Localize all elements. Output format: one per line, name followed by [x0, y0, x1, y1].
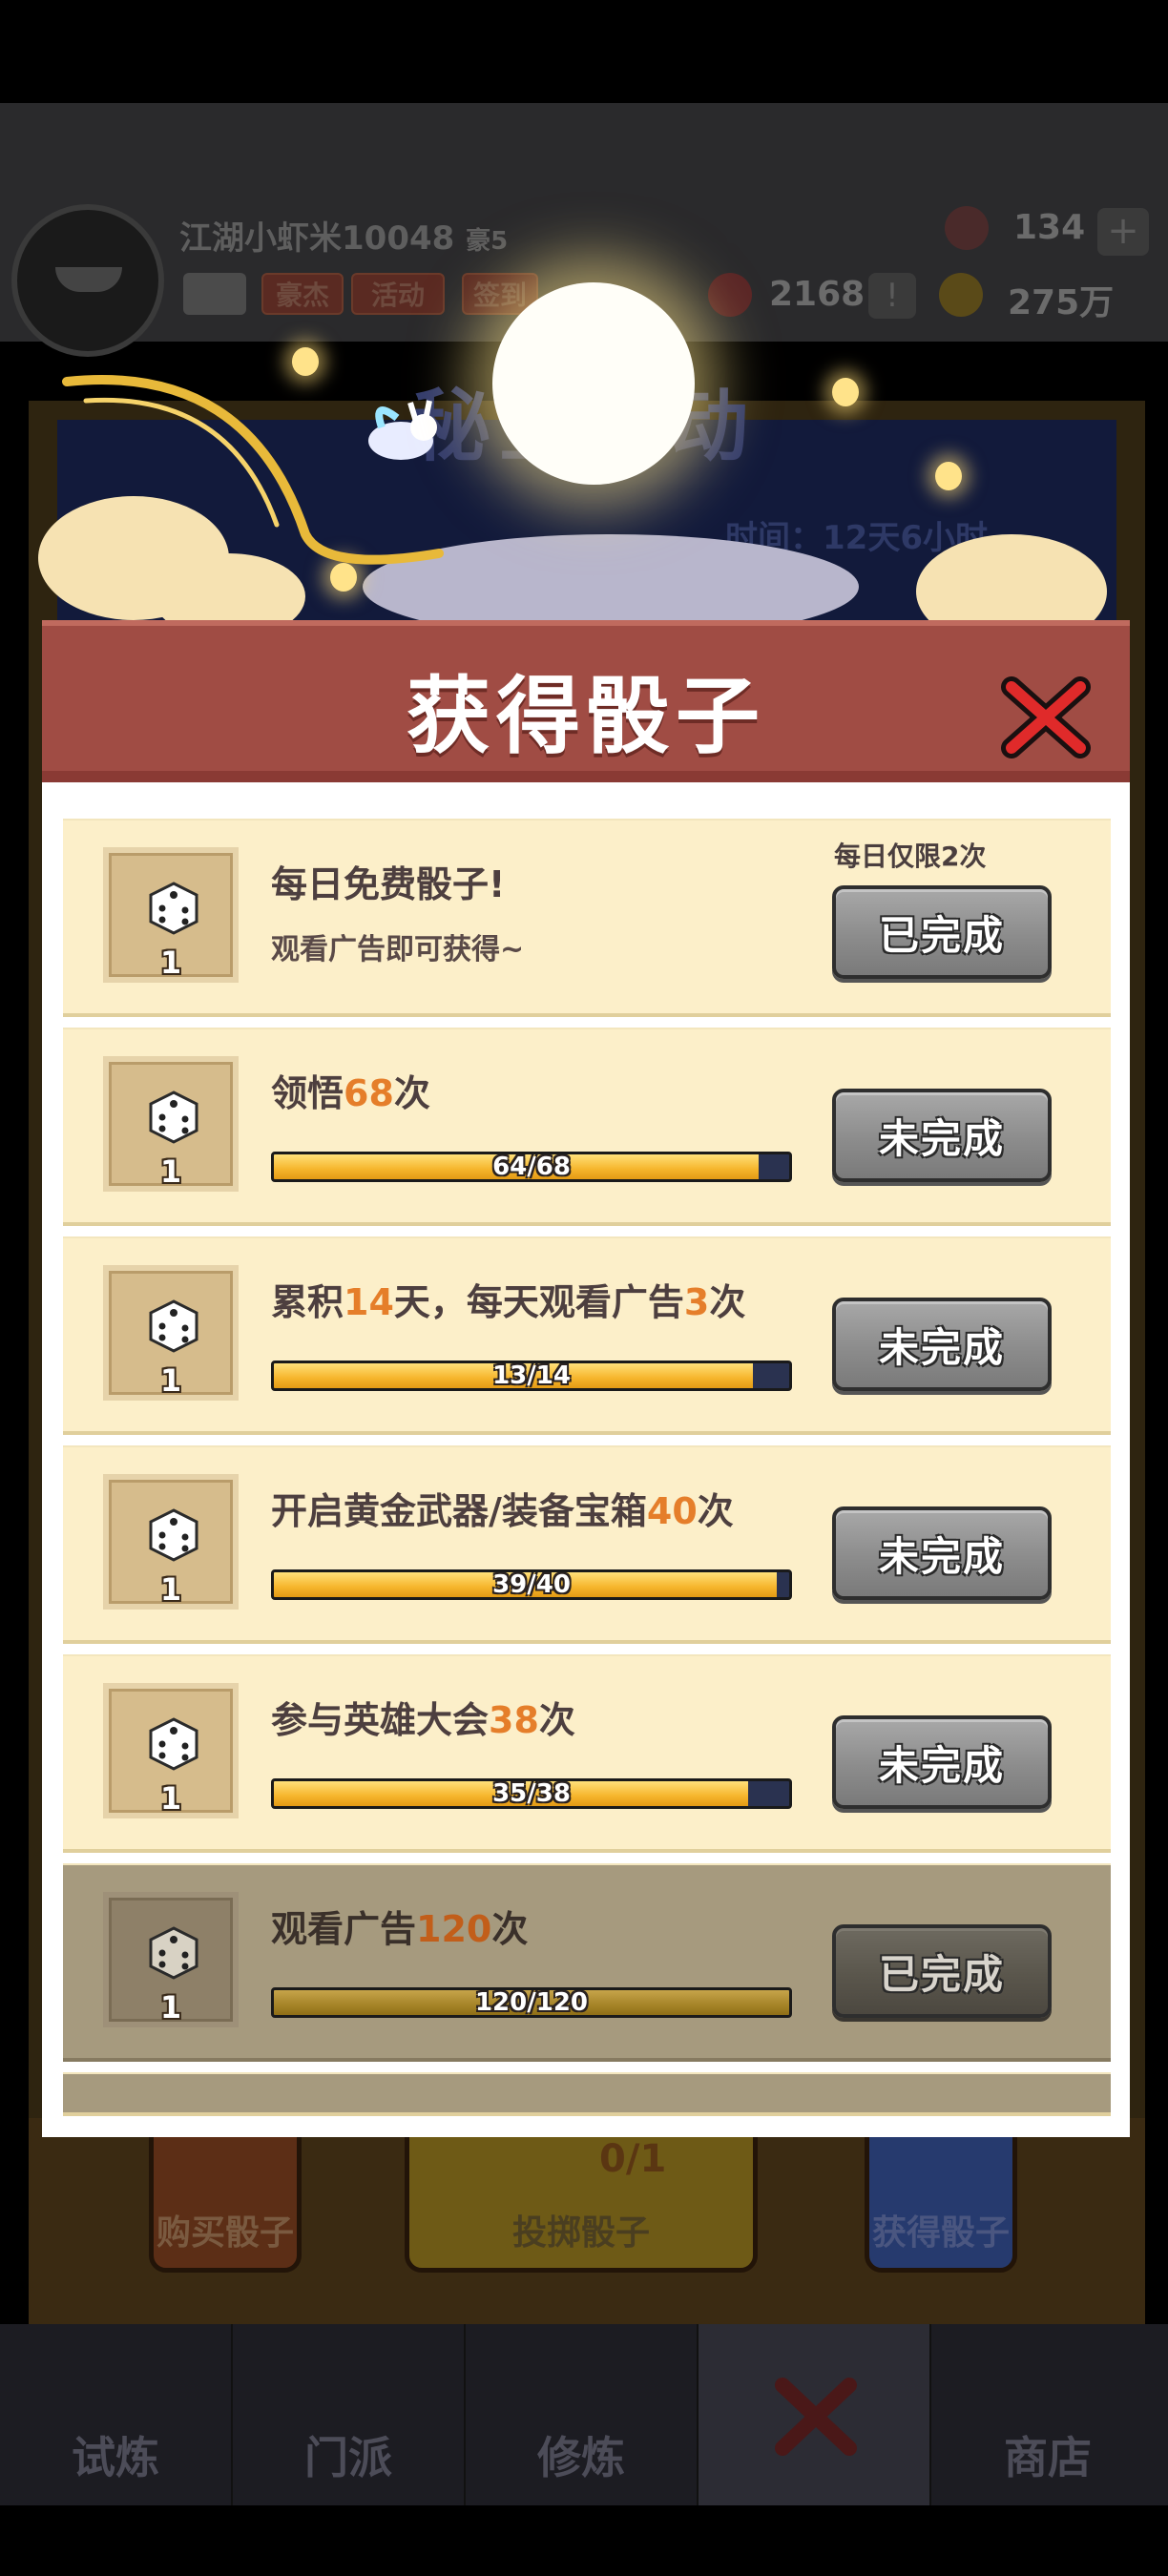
- reward-quantity: 1: [159, 945, 182, 981]
- task-title: 累积14天，每天观看广告3次: [271, 1281, 746, 1323]
- crossed-swords-icon: [775, 2378, 857, 2456]
- token-info-icon: !: [868, 273, 916, 319]
- dice-icon: [149, 1717, 198, 1771]
- task-progress-bar: 39/40: [271, 1569, 792, 1600]
- player-name: 江湖小虾米10048 豪5: [179, 219, 509, 258]
- moon-decoration: [492, 282, 695, 485]
- task-row: 1 观看广告120次 120/120 已完成: [63, 1863, 1111, 2062]
- tab-cultivate: 修炼: [466, 2324, 699, 2505]
- progress-text: 120/120: [474, 1988, 589, 2017]
- coin-icon: [939, 273, 983, 317]
- reward-quantity: 1: [159, 1571, 182, 1608]
- task-progress-bar: 35/38: [271, 1778, 792, 1809]
- tab-sect: 门派: [233, 2324, 466, 2505]
- daily-limit-note: 每日仅限2次: [834, 841, 987, 872]
- get-dice-button: 获得骰子: [865, 2118, 1017, 2273]
- task-status-button[interactable]: 未完成: [832, 1506, 1052, 1600]
- task-status-button[interactable]: 未完成: [832, 1089, 1052, 1182]
- chip-activity: 活动: [351, 273, 445, 315]
- gem-count: 134: [1013, 208, 1086, 247]
- status-bar-area: [0, 0, 1168, 103]
- dice-icon: [149, 1926, 198, 1980]
- reward-quantity: 1: [159, 1989, 182, 2025]
- progress-text: 64/68: [492, 1153, 571, 1181]
- lantern-icon: [935, 462, 962, 490]
- task-title: 每日免费骰子!: [271, 863, 506, 905]
- lantern-icon: [832, 378, 859, 406]
- dice-icon: [149, 1508, 198, 1562]
- task-subtitle: 观看广告即可获得~: [271, 933, 525, 966]
- dice-icon: [149, 882, 198, 935]
- task-title: 观看广告120次: [271, 1908, 529, 1950]
- progress-text: 35/38: [492, 1779, 571, 1808]
- reward-quantity: 1: [159, 1153, 182, 1190]
- vip-label: 豪5: [466, 227, 509, 256]
- throw-count: 0/1: [599, 2137, 667, 2181]
- add-gems-icon: +: [1097, 208, 1149, 256]
- task-row: 1 每日仅限2次 每日免费骰子! 观看广告即可获得~ 已完成: [63, 819, 1111, 1017]
- task-status-button[interactable]: 已完成: [832, 885, 1052, 979]
- task-title: 领悟68次: [271, 1072, 430, 1114]
- gem-icon: [945, 206, 989, 250]
- reward-box: 1: [103, 1683, 239, 1818]
- golden-ribbon-decoration: [62, 375, 444, 565]
- task-title: 开启黄金武器/装备宝箱40次: [271, 1490, 734, 1532]
- progress-text: 13/14: [492, 1361, 571, 1390]
- reward-box: 1: [103, 1265, 239, 1401]
- task-progress-bar: 13/14: [271, 1361, 792, 1391]
- task-status-button[interactable]: 未完成: [832, 1298, 1052, 1391]
- mail-icon: [183, 273, 246, 315]
- task-row: 1 领悟68次 64/68 未完成: [63, 1028, 1111, 1226]
- task-row-partial: [63, 2072, 1111, 2116]
- reward-box: 1: [103, 1474, 239, 1610]
- token-count: 2168: [769, 275, 866, 314]
- tab-shop: 商店: [1004, 2432, 1092, 2483]
- reward-box: 1: [103, 847, 239, 983]
- chip-hero: 豪杰: [261, 273, 344, 315]
- task-status-button[interactable]: 已完成: [832, 1924, 1052, 2018]
- buy-dice-button: 购买骰子: [149, 2118, 302, 2273]
- task-row: 1 累积14天，每天观看广告3次 13/14 未完成: [63, 1236, 1111, 1435]
- coin-count: 275万: [1008, 283, 1115, 322]
- task-row: 1 开启黄金武器/装备宝箱40次 39/40 未完成: [63, 1445, 1111, 1644]
- close-x-icon[interactable]: [998, 668, 1094, 763]
- tab-trial: 试炼: [0, 2324, 233, 2505]
- reward-box: 1: [103, 1892, 239, 2027]
- reward-quantity: 1: [159, 1780, 182, 1817]
- task-progress-bar: 64/68: [271, 1152, 792, 1182]
- task-progress-bar: 120/120: [271, 1987, 792, 2018]
- task-row: 1 参与英雄大会38次 35/38 未完成: [63, 1654, 1111, 1853]
- modal-title: 获得骰子: [406, 667, 765, 765]
- dice-icon: [149, 1091, 198, 1144]
- nav-bar-area: [0, 2505, 1168, 2576]
- task-status-button[interactable]: 未完成: [832, 1715, 1052, 1809]
- dice-icon: [149, 1299, 198, 1353]
- token-icon: [708, 273, 752, 317]
- reward-box: 1: [103, 1056, 239, 1192]
- task-title: 参与英雄大会38次: [271, 1699, 575, 1741]
- reward-quantity: 1: [159, 1362, 182, 1399]
- throw-dice-button: 投掷骰子: [405, 2118, 758, 2273]
- progress-text: 39/40: [492, 1570, 571, 1599]
